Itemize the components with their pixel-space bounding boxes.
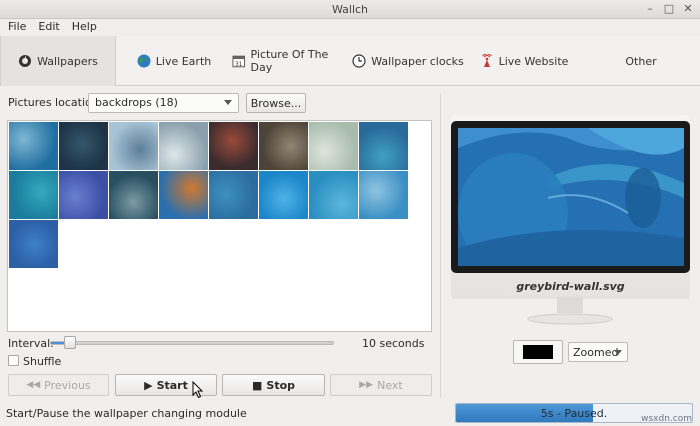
tab-wallpaper-clocks[interactable]: Wallpaper clocks	[350, 36, 466, 86]
wallpaper-thumbnail[interactable]	[259, 171, 308, 219]
wallpaper-preview-screen	[458, 128, 684, 266]
tab-label: Other	[625, 54, 657, 68]
svg-text:31: 31	[235, 62, 243, 68]
start-label: Start	[156, 378, 188, 392]
stop-label: Stop	[266, 378, 296, 392]
tab-live-website[interactable]: Live Website	[466, 36, 582, 86]
wallpaper-thumbnail[interactable]	[109, 171, 158, 219]
broadcast-icon	[481, 54, 492, 67]
wallpaper-thumbnail[interactable]	[209, 171, 258, 219]
chevron-down-icon	[614, 350, 622, 355]
wallpaper-thumbnail[interactable]	[59, 171, 108, 219]
watermark: wsxdn.com	[641, 414, 692, 424]
maximize-button[interactable]: □	[663, 2, 675, 16]
wallpaper-thumbnail[interactable]	[9, 220, 58, 268]
wallpaper-thumbnail[interactable]	[309, 171, 358, 219]
monitor-stand	[527, 297, 613, 325]
tab-wallpapers[interactable]: Wallpapers	[0, 36, 116, 86]
tab-other[interactable]: Other	[582, 36, 700, 86]
image-mode-combo[interactable]: Zoomed	[568, 342, 628, 362]
tab-label: Wallpapers	[37, 54, 98, 68]
window-controls: – □ ✕	[644, 2, 694, 16]
close-button[interactable]: ✕	[682, 2, 694, 16]
tab-label: Live Website	[498, 54, 569, 68]
browse-button[interactable]: Browse...	[246, 93, 306, 113]
pictures-location-value: backdrops (18)	[95, 96, 178, 109]
shuffle-checkbox[interactable]	[8, 355, 19, 366]
wallpaper-thumbnail-grid	[7, 120, 432, 332]
play-icon: ▶	[144, 378, 153, 392]
fast-forward-icon: ▶▶	[359, 380, 374, 390]
tab-picture-of-the-day[interactable]: 31 Picture Of The Day	[232, 36, 350, 86]
earth-globe-icon	[137, 54, 151, 68]
interval-slider-handle[interactable]	[64, 336, 76, 349]
tab-label: Wallpaper clocks	[371, 54, 464, 68]
previous-label: Previous	[44, 378, 91, 392]
interval-label: Interval:	[8, 337, 54, 350]
tab-live-earth[interactable]: Live Earth	[116, 36, 232, 86]
minimize-button[interactable]: –	[644, 2, 656, 16]
stop-button[interactable]: ■ Stop	[222, 374, 325, 396]
menu-help[interactable]: Help	[64, 19, 101, 36]
stop-icon: ■	[251, 378, 263, 392]
wallpaper-thumbnail[interactable]	[209, 122, 258, 170]
title-bar: Wallch – □ ✕	[0, 0, 700, 19]
interval-value: 10 seconds	[362, 337, 425, 350]
wallpaper-thumbnail[interactable]	[359, 171, 408, 219]
background-color-swatch	[523, 345, 553, 359]
wallpaper-thumbnail[interactable]	[159, 171, 208, 219]
wallpaper-thumbnail[interactable]	[159, 122, 208, 170]
previous-button[interactable]: ◀◀ Previous	[8, 374, 109, 396]
chevron-down-icon	[224, 100, 232, 105]
status-text: Start/Pause the wallpaper changing modul…	[6, 407, 247, 420]
calendar-icon: 31	[232, 55, 246, 68]
wallpaper-thumbnail[interactable]	[9, 122, 58, 170]
tab-label: Live Earth	[155, 54, 212, 68]
menu-edit[interactable]: Edit	[30, 19, 63, 36]
pictures-location-combo[interactable]: backdrops (18)	[88, 93, 239, 113]
shuffle-label[interactable]: Shuffle	[23, 355, 61, 368]
wallpaper-thumbnail[interactable]	[259, 122, 308, 170]
rewind-icon: ◀◀	[26, 380, 41, 390]
panel-separator	[440, 94, 441, 398]
image-mode-value: Zoomed	[573, 346, 619, 359]
next-label: Next	[377, 378, 403, 392]
wallpaper-thumbnail[interactable]	[309, 122, 358, 170]
wallpaper-thumbnail[interactable]	[9, 171, 58, 219]
wallpapers-icon	[19, 55, 32, 67]
next-button[interactable]: ▶▶ Next	[330, 374, 432, 396]
interval-slider-track[interactable]	[50, 341, 334, 345]
wallpaper-thumbnail[interactable]	[359, 122, 408, 170]
mouse-cursor-icon	[192, 381, 204, 399]
tab-label: Picture Of The Day	[250, 48, 329, 74]
preview-filename: greybird-wall.svg	[516, 280, 625, 293]
clock-icon	[352, 54, 366, 68]
menu-bar: File Edit Help	[0, 19, 700, 36]
window-title: Wallch	[331, 3, 369, 16]
tab-bar: Wallpapers Live Earth 31 Picture Of The …	[0, 36, 700, 86]
wallpaper-thumbnail[interactable]	[59, 122, 108, 170]
menu-file[interactable]: File	[0, 19, 30, 36]
browse-label: Browse...	[250, 96, 302, 110]
wallpaper-preview-image	[458, 128, 684, 266]
wallpaper-thumbnail[interactable]	[109, 122, 158, 170]
